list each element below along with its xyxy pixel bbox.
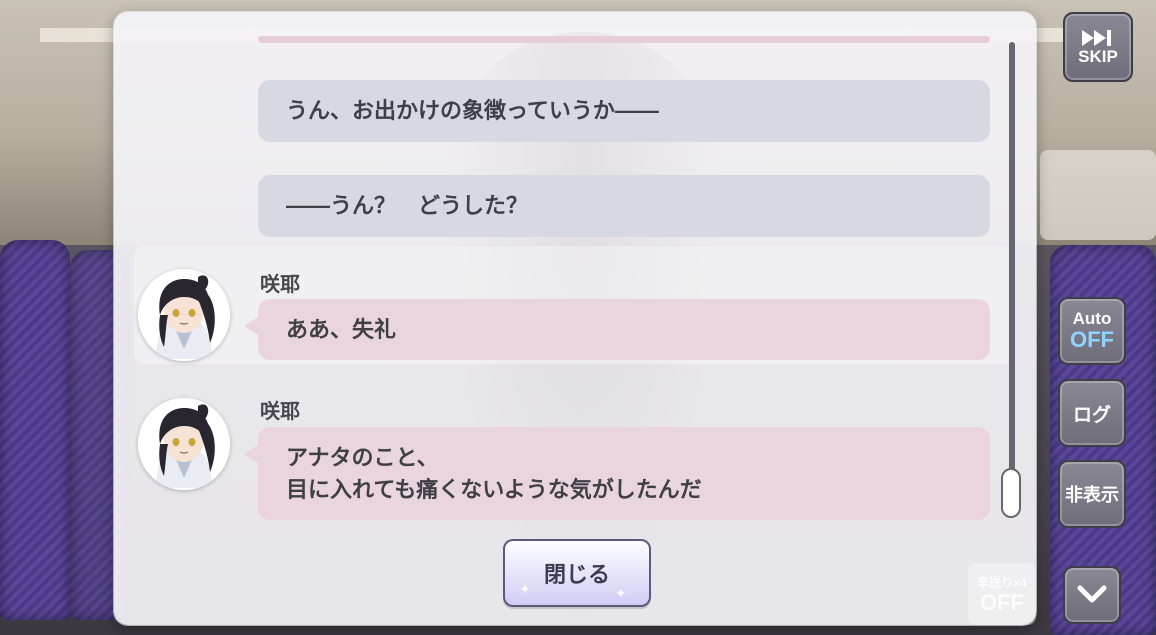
train-seat xyxy=(0,240,70,620)
hide-ui-button[interactable]: 非表示 xyxy=(1058,460,1126,528)
sakuya-avatar[interactable] xyxy=(138,269,230,361)
narration-bubble: うん、お出かけの象徴っていうか―― xyxy=(258,80,990,142)
auto-label: Auto xyxy=(1072,309,1112,328)
fast-forward-icon xyxy=(1082,30,1111,46)
speech-bubble: アナタのこと、 目に入れても痛くないような気がしたんだ xyxy=(244,427,990,520)
log-text: ああ、失礼 xyxy=(286,316,397,342)
speech-bubble: ああ、失礼 xyxy=(244,299,990,360)
skip-label: SKIP xyxy=(1078,47,1118,66)
close-button-label: 閉じる xyxy=(543,562,610,587)
message-log-panel[interactable]: うん、お出かけの象徴っていうか―― ――うん？ どうした？ 咲耶 ああ、失礼 咲… xyxy=(114,12,1036,625)
auto-toggle-button[interactable]: Auto OFF xyxy=(1058,297,1126,365)
speed-state: OFF xyxy=(980,589,1024,615)
chevron-down-icon xyxy=(1077,585,1107,603)
speaker-name: 咲耶 xyxy=(260,401,300,423)
log-text: アナタのこと、 目に入れても痛くないような気がしたんだ xyxy=(286,444,702,502)
sakuya-avatar[interactable] xyxy=(138,398,230,490)
speaker-name: 咲耶 xyxy=(260,274,300,296)
log-text: ――うん？ どうした？ xyxy=(286,193,529,218)
previous-entry-edge xyxy=(258,36,990,43)
hide-label: 非表示 xyxy=(1065,485,1119,505)
log-button[interactable]: ログ xyxy=(1058,379,1126,447)
skip-button[interactable]: SKIP xyxy=(1063,12,1133,82)
scrollbar-thumb[interactable] xyxy=(1001,468,1021,518)
auto-state: OFF xyxy=(1070,327,1114,352)
log-label: ログ xyxy=(1072,404,1111,426)
speed-label: 早送り×4 xyxy=(977,575,1027,590)
sparkle-icon: ✦ xyxy=(519,581,531,597)
train-window xyxy=(1040,150,1156,240)
collapse-menu-button[interactable] xyxy=(1063,566,1121,624)
narration-bubble: ――うん？ どうした？ xyxy=(258,175,990,237)
fast-forward-speed-toggle[interactable]: 早送り×4 OFF xyxy=(968,563,1036,625)
scrollbar-track[interactable] xyxy=(1009,42,1015,507)
close-button[interactable]: ✦ ✦ 閉じる xyxy=(503,539,651,607)
log-text: うん、お出かけの象徴っていうか―― xyxy=(286,98,659,123)
sparkle-icon: ✦ xyxy=(615,585,627,601)
